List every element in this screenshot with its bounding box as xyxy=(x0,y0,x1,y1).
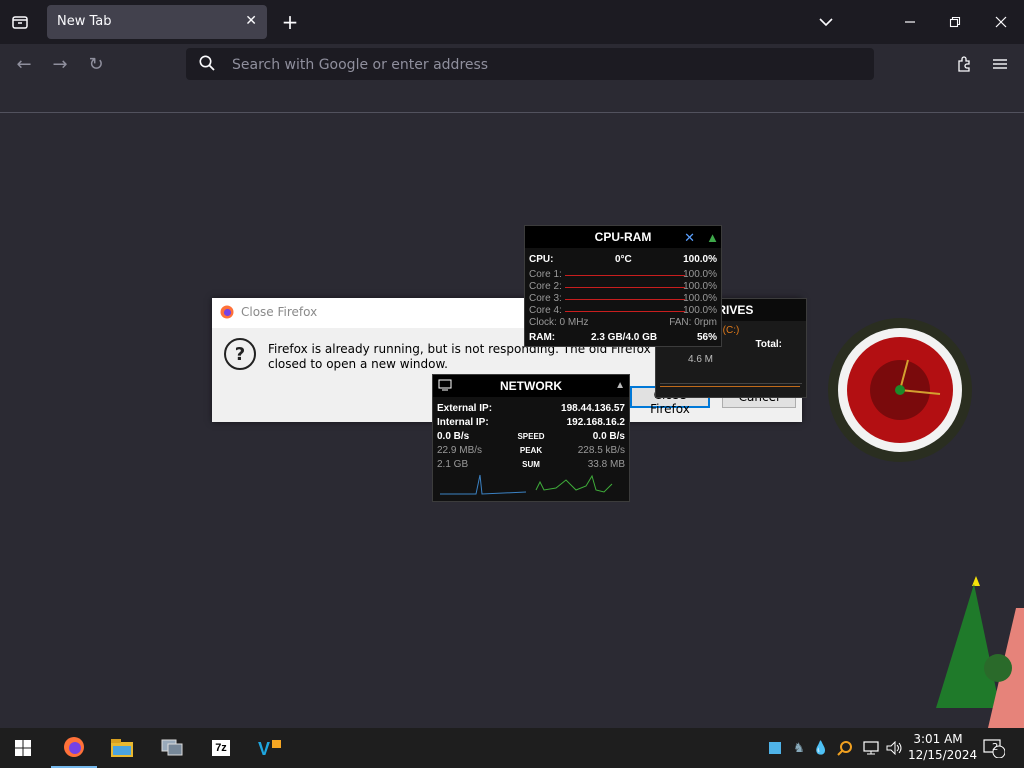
search-input[interactable] xyxy=(230,48,834,82)
seven-zip-icon[interactable]: 7z xyxy=(198,728,244,768)
close-window-icon[interactable] xyxy=(987,0,1015,44)
taskbar: 7z V ♞ 💧 3:01 AM 12/15/2024 2 xyxy=(0,728,1024,768)
cpu-row: CPU: 0°C 100.0% xyxy=(529,254,717,266)
clock-date: 12/15/2024 xyxy=(908,748,978,762)
back-arrow-icon[interactable]: ← xyxy=(8,44,40,84)
reload-icon[interactable]: ↻ xyxy=(80,44,112,84)
network-title: NETWORK xyxy=(433,375,629,397)
drive-size: 4.6 M xyxy=(688,354,714,365)
svg-text:V: V xyxy=(258,739,270,758)
drive-size-row: 4.6 M xyxy=(660,354,802,366)
clock-time: 3:01 AM xyxy=(913,732,963,746)
cpu-fan: FAN: 0rpm xyxy=(669,317,717,328)
core-bar xyxy=(565,311,685,312)
question-icon: ? xyxy=(224,338,256,370)
ram-value: 2.3 GB/4.0 GB xyxy=(591,332,658,343)
drive-total-label: Total: xyxy=(755,339,782,350)
ram-row: RAM: 2.3 GB/4.0 GB 56% xyxy=(529,332,717,344)
navigation-toolbar: ← → ↻ xyxy=(0,44,1024,84)
tray-search-icon[interactable] xyxy=(834,728,856,768)
core-bar xyxy=(565,299,685,300)
volume-icon[interactable] xyxy=(884,728,906,768)
restore-icon[interactable] xyxy=(941,0,969,44)
sum-up: 33.8 MB xyxy=(587,459,625,470)
cpu-clock: Clock: 0 MHz xyxy=(529,317,589,328)
christmas-tree-icon: ▲ xyxy=(706,230,719,245)
settings-tools-icon[interactable]: ✕ xyxy=(684,230,695,246)
core-label: Core 3: xyxy=(529,293,562,304)
external-ip: 198.44.136.57 xyxy=(561,403,625,414)
core-bar xyxy=(565,275,685,276)
tab-new-tab[interactable]: New Tab ✕ xyxy=(47,5,267,39)
external-ip-row: External IP: 198.44.136.57 xyxy=(437,403,625,415)
network-icon[interactable] xyxy=(860,728,882,768)
speed-row: 0.0 B/s SPEED 0.0 B/s xyxy=(437,431,625,443)
collapse-arrow-icon[interactable]: ▲ xyxy=(615,380,625,391)
network-monitor-icon[interactable] xyxy=(149,728,195,768)
file-explorer-icon[interactable] xyxy=(99,728,145,768)
peak-row: 22.9 MB/s PEAK 228.5 kB/s xyxy=(437,445,625,457)
tab-bar: New Tab ✕ + xyxy=(0,0,1024,44)
core-row: Core 3: 100.0% xyxy=(529,293,717,305)
dialog-title: Close Firefox xyxy=(241,305,318,319)
vpn-app-icon[interactable]: V xyxy=(247,728,293,768)
tray-people-icon[interactable]: ♞ xyxy=(788,728,810,768)
list-all-tabs-icon[interactable] xyxy=(812,0,840,44)
speed-up: 0.0 B/s xyxy=(592,431,625,442)
clock-fan-row: Clock: 0 MHz FAN: 0rpm xyxy=(529,317,717,329)
tray-drop-icon[interactable]: 💧 xyxy=(812,728,830,768)
ram-label: RAM: xyxy=(529,332,556,343)
core-bar xyxy=(565,287,685,288)
core-label: Core 4: xyxy=(529,305,562,316)
core-value: 100.0% xyxy=(683,281,717,292)
forward-arrow-icon[interactable]: → xyxy=(44,44,76,84)
cpu-label: CPU: xyxy=(529,254,554,265)
core-row: Core 2: 100.0% xyxy=(529,281,717,293)
tray-square-icon[interactable] xyxy=(766,728,784,768)
monitor-icon xyxy=(438,379,452,394)
core-value: 100.0% xyxy=(683,269,717,280)
external-ip-label: External IP: xyxy=(437,403,493,414)
drive-usage-bar xyxy=(660,383,802,392)
core-value: 100.0% xyxy=(683,305,717,316)
peak-up: 228.5 kB/s xyxy=(577,445,625,456)
christmas-tree-icon xyxy=(936,576,1024,728)
internal-ip-row: Internal IP: 192.168.16.2 xyxy=(437,417,625,429)
core-value: 100.0% xyxy=(683,293,717,304)
firefox-logo-icon xyxy=(220,305,234,323)
taskbar-clock[interactable]: 3:01 AM 12/15/2024 xyxy=(908,731,978,763)
menu-icon[interactable] xyxy=(984,44,1016,84)
cpu-temp: 0°C xyxy=(615,254,632,265)
firefox-view-icon[interactable] xyxy=(6,0,34,44)
search-icon xyxy=(198,54,216,76)
internal-ip: 192.168.16.2 xyxy=(566,417,625,428)
new-tab-icon[interactable]: + xyxy=(277,0,303,44)
extensions-icon[interactable] xyxy=(948,44,980,84)
minimize-icon[interactable] xyxy=(896,0,924,44)
seven-zip-label: 7z xyxy=(212,740,230,756)
core-row: Core 1: 100.0% xyxy=(529,269,717,281)
toolbar-separator xyxy=(0,112,1024,113)
windows-start-icon[interactable] xyxy=(0,728,46,768)
notification-center-icon[interactable]: 2 xyxy=(980,728,1008,768)
cpu-value: 100.0% xyxy=(683,254,717,265)
taskbar-firefox-icon[interactable] xyxy=(51,728,97,768)
sum-row: 2.1 GB SUM 33.8 MB xyxy=(437,459,625,471)
address-bar[interactable] xyxy=(186,48,874,82)
internal-ip-label: Internal IP: xyxy=(437,417,489,428)
core-label: Core 2: xyxy=(529,281,562,292)
ram-percent: 56% xyxy=(696,332,717,343)
christmas-clock-gadget xyxy=(828,318,972,462)
core-label: Core 1: xyxy=(529,269,562,280)
network-graph xyxy=(440,474,613,495)
close-tab-icon[interactable]: ✕ xyxy=(245,13,257,29)
notification-count: 2 xyxy=(992,742,999,753)
tab-title: New Tab xyxy=(57,14,112,29)
network-gadget[interactable]: NETWORK ▲ External IP: 198.44.136.57 Int… xyxy=(432,374,630,502)
cpu-ram-gadget[interactable]: CPU-RAM ✕ ▲ CPU: 0°C 100.0% Core 1: 100.… xyxy=(524,225,722,347)
core-row: Core 4: 100.0% xyxy=(529,305,717,317)
